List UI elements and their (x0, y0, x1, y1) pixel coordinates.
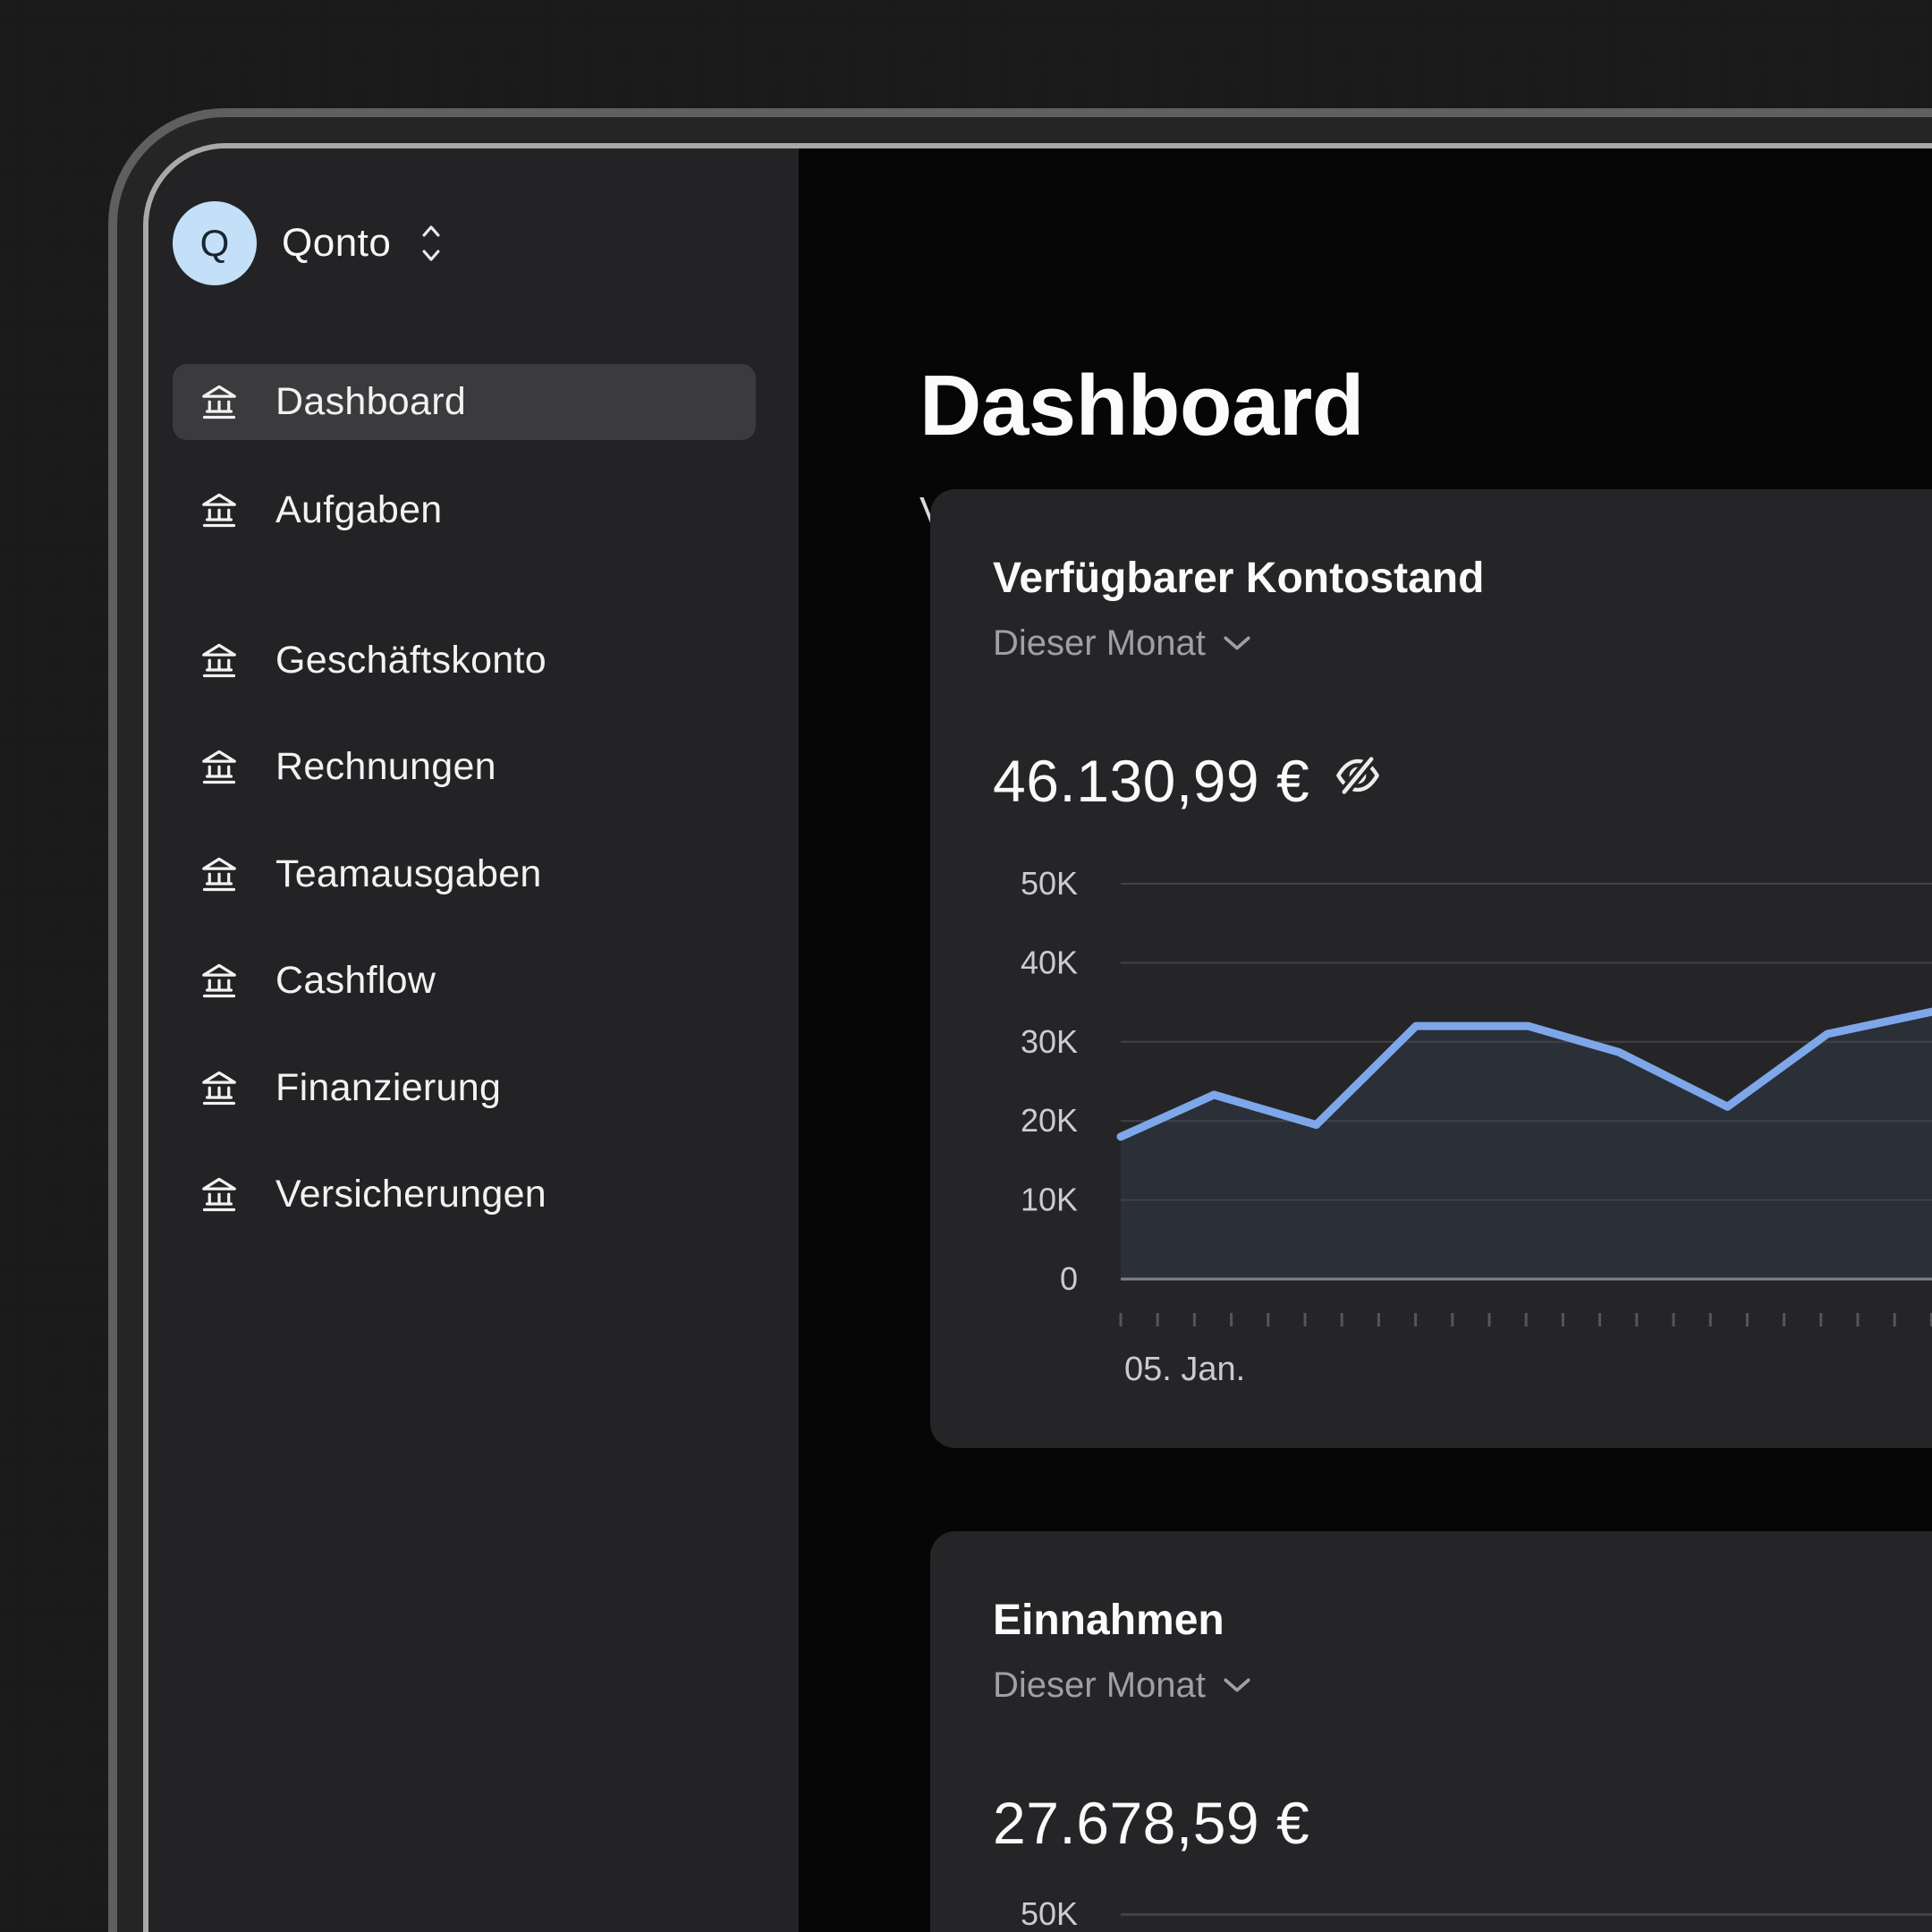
sidebar-item-label: Geschäftskonto (275, 639, 547, 682)
page-title: Dashboard (919, 363, 1364, 449)
sidebar-item-cashflow[interactable]: Cashflow (173, 943, 756, 1019)
sidebar-item-dashboard[interactable]: Dashboard (173, 364, 756, 440)
period-label: Dieser Monat (993, 1665, 1206, 1706)
svg-text:50K: 50K (1021, 865, 1078, 902)
sidebar-item-label: Aufgaben (275, 488, 443, 532)
income-amount: 27.678,59 € (993, 1789, 1309, 1857)
svg-text:40K: 40K (1021, 944, 1078, 980)
sidebar-item-label: Versicherungen (275, 1173, 547, 1216)
eye-off-icon[interactable] (1335, 754, 1381, 797)
balance-card-title: Verfügbarer Kontostand (993, 554, 1484, 603)
main-content: Dashboard Von Allen Konten Verfügbarer K… (799, 148, 1932, 1932)
workspace-switcher[interactable]: Q Qonto (173, 200, 443, 286)
balance-period-dropdown[interactable]: Dieser Monat (993, 620, 1252, 666)
sidebar-item-aufgaben[interactable]: Aufgaben (173, 472, 756, 548)
balance-card: Verfügbarer Kontostand Dieser Monat 46.1… (930, 489, 1932, 1448)
landmark-icon (199, 640, 240, 682)
sidebar: Q Qonto Dashboard Aufgaben (148, 148, 799, 1932)
svg-text:30K: 30K (1021, 1023, 1078, 1060)
income-axis-gridline (1121, 1913, 1932, 1916)
income-card: Einnahmen Dieser Monat 27.678,59 € 50K (930, 1531, 1932, 1932)
sidebar-item-label: Rechnungen (275, 745, 496, 789)
landmark-icon (199, 961, 240, 1002)
svg-text:05. Jan.: 05. Jan. (1124, 1351, 1245, 1388)
svg-text:20K: 20K (1021, 1102, 1078, 1139)
income-period-dropdown[interactable]: Dieser Monat (993, 1662, 1252, 1708)
sidebar-item-rechnungen[interactable]: Rechnungen (173, 729, 756, 805)
chevron-down-icon (1222, 634, 1252, 652)
chevron-down-icon (1222, 1676, 1252, 1694)
landmark-icon (199, 382, 240, 423)
landmark-icon (199, 1068, 240, 1109)
app-window: Q Qonto Dashboard Aufgaben (148, 148, 1932, 1932)
qonto-dashboard-screen: { "theme": { "accent_blue": "#7DA7E9", "… (0, 0, 1932, 1932)
sidebar-item-finanzierung[interactable]: Finanzierung (173, 1050, 756, 1126)
landmark-icon (199, 490, 240, 531)
landmark-icon (199, 747, 240, 788)
svg-text:10K: 10K (1021, 1182, 1078, 1218)
avatar-letter: Q (200, 222, 230, 265)
window-frame: Q Qonto Dashboard Aufgaben (143, 143, 1932, 1932)
avatar: Q (173, 201, 257, 285)
sidebar-item-teamausgaben[interactable]: Teamausgaben (173, 836, 756, 912)
unfold-chevrons-icon (419, 220, 443, 267)
income-card-title: Einnahmen (993, 1596, 1224, 1645)
balance-area-chart: 50K 40K 30K 20K 10K 0 05. Jan. (930, 865, 1932, 1419)
sidebar-item-label: Teamausgaben (275, 852, 542, 896)
svg-text:0: 0 (1060, 1260, 1078, 1297)
balance-amount: 46.130,99 € (993, 747, 1309, 815)
landmark-icon (199, 854, 240, 895)
workspace-name: Qonto (282, 221, 391, 266)
sidebar-item-label: Finanzierung (275, 1066, 501, 1110)
sidebar-item-versicherungen[interactable]: Versicherungen (173, 1157, 756, 1233)
income-axis-tick-label: 50K (930, 1895, 1078, 1932)
landmark-icon (199, 1174, 240, 1216)
sidebar-item-label: Dashboard (275, 380, 466, 424)
period-label: Dieser Monat (993, 623, 1206, 664)
sidebar-item-geschaeftskonto[interactable]: Geschäftskonto (173, 623, 756, 699)
sidebar-item-label: Cashflow (275, 959, 436, 1003)
